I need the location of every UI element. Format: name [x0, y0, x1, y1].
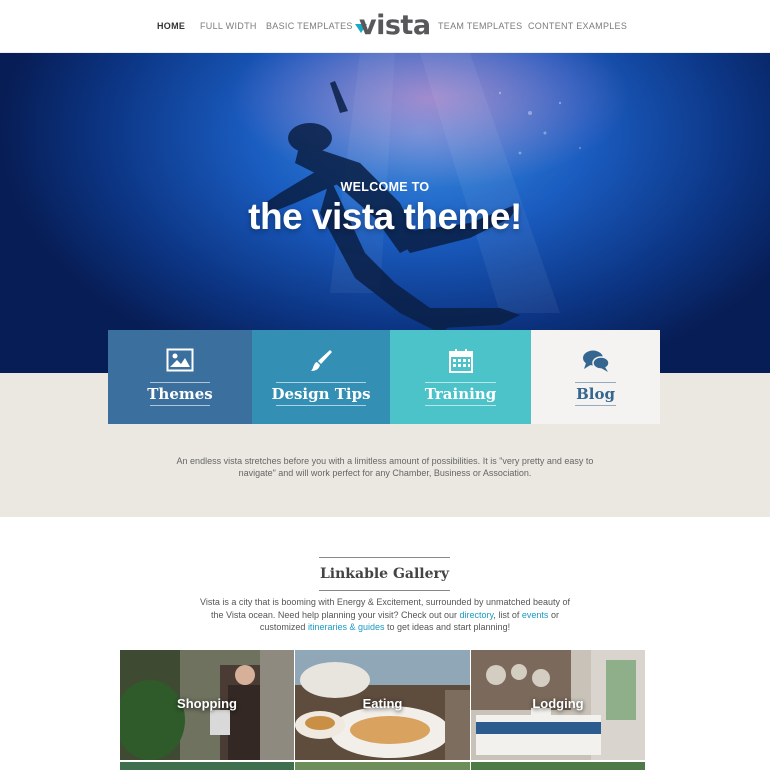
gallery-tile-peek — [471, 762, 645, 770]
tile-design-tips[interactable]: Design Tips — [252, 330, 390, 424]
tile-label: Blog — [576, 385, 615, 403]
gallery-description: Vista is a city that is booming with Ene… — [175, 596, 595, 634]
site-logo[interactable]: vista — [355, 10, 431, 42]
gallery-text-span: customized — [259, 622, 308, 632]
tile-blog[interactable]: Blog — [531, 330, 660, 424]
gallery-tile-peek — [295, 762, 470, 770]
gallery-tile-label: Eating — [362, 696, 403, 711]
gallery-text-span: or — [548, 609, 559, 620]
itineraries-link[interactable]: itineraries & guides — [308, 622, 385, 632]
gallery-text-line: Vista is a city that is booming with Ene… — [199, 597, 571, 607]
calendar-icon — [448, 349, 473, 373]
nav-full-width[interactable]: FULL WIDTH — [200, 21, 257, 31]
events-link[interactable]: events — [522, 610, 549, 620]
gallery-tile-peek — [120, 762, 294, 770]
comments-icon — [582, 350, 610, 372]
nav-home[interactable]: HOME — [157, 21, 185, 31]
logo-text: vista — [359, 10, 431, 41]
tile-themes[interactable]: Themes — [108, 330, 252, 424]
paintbrush-icon — [311, 350, 332, 371]
tile-label: Themes — [147, 385, 213, 403]
gallery-title: Linkable Gallery — [319, 557, 450, 591]
intro-line: navigate" and will work perfect for any … — [238, 468, 532, 478]
site-header: HOME FULL WIDTH BASIC TEMPLATES vista TE… — [0, 0, 770, 53]
intro-text: An endless vista stretches before you wi… — [160, 455, 610, 479]
intro-line: An endless vista stretches before you wi… — [176, 456, 594, 466]
tile-label: Training — [424, 385, 497, 403]
hero-title: the vista theme! — [248, 196, 522, 237]
directory-link[interactable]: directory — [460, 610, 494, 620]
gallery-tile-label: Lodging — [532, 696, 584, 711]
tile-training[interactable]: Training — [390, 330, 531, 424]
gallery-text-span: the Vista ocean. Need help planning your… — [211, 609, 460, 620]
gallery-tile-shopping[interactable]: Shopping — [120, 650, 294, 760]
tile-label: Design Tips — [271, 385, 371, 403]
nav-team-templates[interactable]: TEAM TEMPLATES — [438, 21, 522, 31]
gallery-tile-eating[interactable]: Eating — [295, 650, 470, 760]
gallery-text-span: , list of — [493, 609, 522, 620]
gallery-tile-label: Shopping — [177, 696, 237, 711]
hero-kicker: WELCOME TO — [340, 180, 430, 194]
nav-content-examples[interactable]: CONTENT EXAMPLES — [528, 21, 627, 31]
image-icon — [166, 348, 194, 372]
nav-basic-templates[interactable]: BASIC TEMPLATES — [266, 21, 353, 31]
gallery-tile-lodging[interactable]: Lodging — [471, 650, 645, 760]
gallery-text-span: to get ideas and start planning! — [384, 622, 511, 632]
hero-banner: WELCOME TO the vista theme! — [0, 53, 770, 373]
